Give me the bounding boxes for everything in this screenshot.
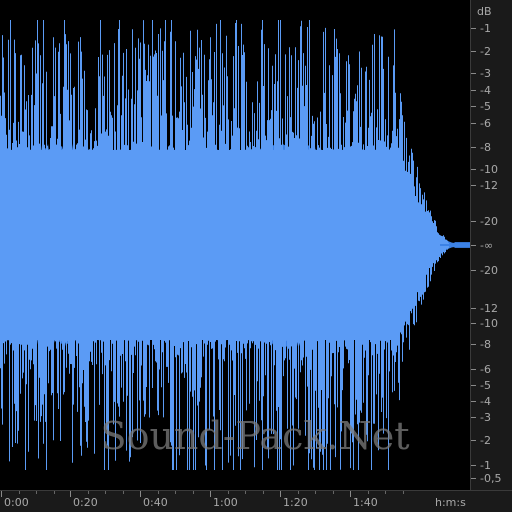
- db-tick-label: -3: [480, 67, 491, 80]
- time-tick: [350, 491, 351, 497]
- time-minor-tick: [332, 491, 334, 494]
- time-minor-tick: [245, 491, 246, 494]
- db-tick-label: -4: [480, 395, 491, 408]
- db-tick: [471, 90, 476, 91]
- db-tick-label: -6: [480, 363, 491, 376]
- db-tick-label: -10: [480, 163, 498, 176]
- db-tick: [471, 73, 476, 74]
- time-tick-label: 0:00: [4, 496, 29, 509]
- db-tick: [471, 478, 476, 479]
- time-minor-tick: [367, 491, 369, 494]
- db-tick-label: -∞: [480, 239, 494, 252]
- db-tick-label: -20: [480, 215, 498, 228]
- db-tick-label: -20: [480, 264, 498, 277]
- waveform: [0, 20, 470, 470]
- db-tick: [471, 28, 476, 29]
- db-tick-label: -6: [480, 117, 491, 130]
- db-tick: [471, 185, 476, 186]
- db-tick: [471, 440, 476, 441]
- audio-editor-view: dB -1 -2 -3 -4 -5 -6 -8 -10 -12 -20 -∞ -20 -12 -10 -8 -…: [0, 0, 512, 512]
- time-minor-tick: [157, 491, 159, 494]
- db-tick-label: -4: [480, 84, 491, 97]
- db-tick: [471, 270, 476, 271]
- db-tick-label: -8: [480, 338, 491, 351]
- time-minor-tick: [385, 491, 386, 494]
- time-tick-label: 0:20: [73, 496, 98, 509]
- time-minor-tick: [87, 491, 89, 494]
- db-tick-label: -2: [480, 434, 491, 447]
- time-minor-tick: [227, 491, 229, 494]
- db-tick-label: -10: [480, 317, 498, 330]
- db-tick-label: -1: [480, 459, 491, 472]
- db-tick-label: -5: [480, 379, 491, 392]
- db-tick: [471, 344, 476, 345]
- waveform-peaks: [0, 20, 449, 470]
- db-tick: [471, 308, 476, 309]
- time-ruler[interactable]: 0:00 0:20 0:40 1:00 1:20 1:40 h:m:s: [0, 490, 512, 512]
- time-tick: [280, 491, 281, 497]
- time-minor-tick: [192, 491, 194, 494]
- db-tick: [471, 401, 476, 402]
- time-minor-tick: [402, 491, 404, 494]
- time-minor-tick: [36, 491, 37, 494]
- db-tick: [471, 323, 476, 324]
- time-minor-tick: [105, 491, 106, 494]
- time-tick: [70, 491, 71, 497]
- db-tick-label: -3: [480, 411, 491, 424]
- waveform-display[interactable]: [0, 0, 470, 490]
- db-unit-label: dB: [477, 5, 492, 18]
- time-tick-label: 1:40: [353, 496, 378, 509]
- db-tick: [471, 106, 476, 107]
- time-minor-tick: [297, 491, 299, 494]
- db-tick: [471, 417, 476, 418]
- time-tick-label: 1:20: [283, 496, 308, 509]
- db-tick-label: -12: [480, 179, 498, 192]
- db-tick-label: -5: [480, 100, 491, 113]
- db-tick: [471, 385, 476, 386]
- time-minor-tick: [122, 491, 124, 494]
- db-tick: [471, 169, 476, 170]
- db-tick: [471, 123, 476, 124]
- db-tick-label: -2: [480, 45, 491, 58]
- time-minor-tick: [315, 491, 316, 494]
- time-tick: [210, 491, 211, 497]
- time-unit-label: h:m:s: [435, 496, 466, 509]
- db-tick: [471, 465, 476, 466]
- time-tick: [1, 491, 2, 497]
- time-minor-tick: [262, 491, 264, 494]
- time-minor-tick: [18, 491, 20, 494]
- time-minor-tick: [175, 491, 176, 494]
- db-tick: [471, 221, 476, 222]
- db-tick-label: -1: [480, 22, 491, 35]
- db-tick-label: -0,5: [480, 472, 502, 485]
- time-tick: [140, 491, 141, 497]
- db-tick: [471, 369, 476, 370]
- time-tick-label: 1:00: [213, 496, 238, 509]
- db-tick-label: -8: [480, 141, 491, 154]
- db-scale-ruler: dB -1 -2 -3 -4 -5 -6 -8 -10 -12 -20 -∞ -20 -12 -10 -8 -…: [470, 0, 512, 490]
- db-tick: [471, 245, 476, 246]
- time-minor-tick: [53, 491, 55, 494]
- time-tick-label: 0:40: [143, 496, 168, 509]
- db-tick-label: -12: [480, 302, 498, 315]
- db-tick: [471, 147, 476, 148]
- db-tick: [471, 51, 476, 52]
